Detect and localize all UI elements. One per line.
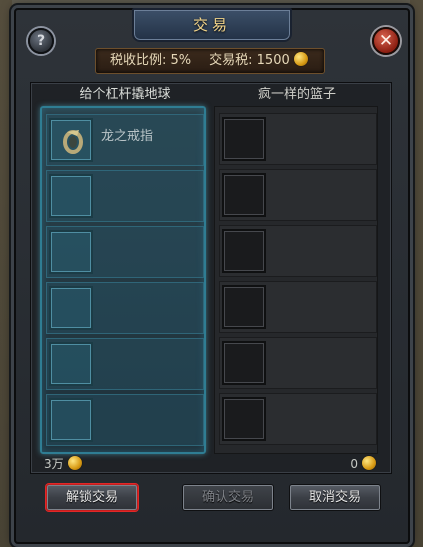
trade-slot-row [219,281,377,333]
gold-coin-icon [67,456,82,470]
item-name: 龙之戒指 [101,129,154,144]
item-slot[interactable] [49,342,93,386]
gold-coin-icon [293,52,308,66]
item-slot [222,285,266,329]
my-item-slots: 龙之戒指 [40,106,206,454]
partner-trade-column: 疯一样的篮子 0 [212,84,382,474]
ring-icon [63,130,83,154]
partner-gold-value: 0 [350,457,358,471]
trade-slot-row[interactable] [46,338,204,390]
confirm-trade-button[interactable]: 确认交易 [182,484,274,511]
help-button[interactable]: ? [28,28,54,54]
unlock-trade-button[interactable]: 解锁交易 [46,484,138,511]
trade-slot-row [219,113,377,165]
my-gold-value: 3万 [44,457,64,471]
close-button[interactable]: ✕ [372,27,400,55]
tax-info-bar: 税收比例: 5% 交易税: 1500 [95,48,325,74]
trade-slot-row [219,393,377,445]
item-slot[interactable] [49,286,93,330]
trade-slot-row[interactable] [46,226,204,278]
trade-slot-row[interactable] [46,394,204,446]
trade-slot-row [219,169,377,221]
window-title: 交易 [132,8,292,42]
trade-slot-row[interactable] [46,170,204,222]
item-slot[interactable] [49,398,93,442]
item-slot [222,341,266,385]
trade-slot-row[interactable] [46,282,204,334]
trade-slot-row [219,225,377,277]
my-trade-column: 给个杠杆撬地球 龙之戒指 3万 [40,84,210,474]
trade-slot-row [219,337,377,389]
item-slot[interactable] [49,230,93,274]
partner-gold-amount: 0 [216,454,376,474]
partner-item-slots [214,106,378,454]
cancel-trade-button[interactable]: 取消交易 [289,484,381,511]
tax-rate-label: 税收比例: 5% [110,53,192,68]
item-slot [222,229,266,273]
trade-slot-row[interactable]: 龙之戒指 [46,114,204,166]
partner-player-name: 疯一样的篮子 [257,87,336,102]
gold-coin-icon [362,456,376,470]
trade-tax-label: 交易税: 1500 [209,53,290,68]
my-player-name: 给个杠杆撬地球 [79,87,171,102]
item-slot [222,397,266,441]
item-slot[interactable] [49,118,93,162]
item-slot[interactable] [49,174,93,218]
my-gold-amount[interactable]: 3万 [44,454,204,474]
item-slot [222,173,266,217]
item-slot [222,117,266,161]
